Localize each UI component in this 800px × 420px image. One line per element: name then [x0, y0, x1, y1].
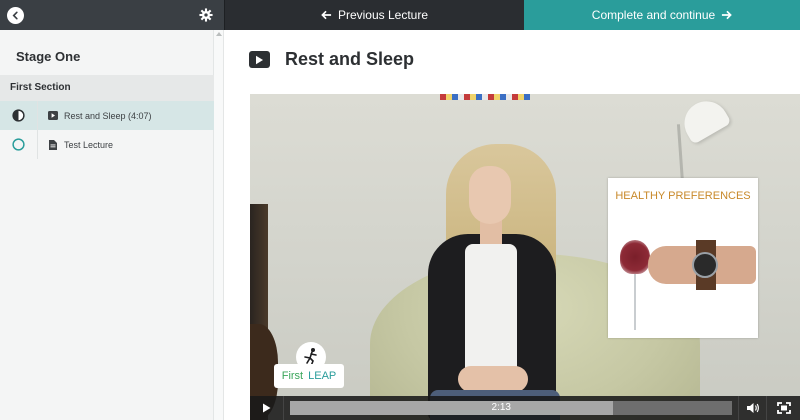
card-title: HEALTHY PREFERENCES: [615, 190, 751, 202]
sidebar-scrollbar[interactable]: [214, 30, 224, 420]
empty-circle-icon: [0, 130, 38, 159]
video-icon: [48, 111, 58, 121]
buffered-bar: [290, 401, 613, 415]
lecture-item-test-lecture[interactable]: Test Lecture: [0, 130, 214, 159]
volume-button[interactable]: [738, 396, 766, 420]
logo-leap: LEAP: [308, 370, 337, 382]
lecture-label: Test Lecture: [64, 139, 114, 150]
wine-glass: [620, 240, 650, 274]
scroll-up-arrow-icon[interactable]: [216, 32, 222, 36]
wall-poster: [440, 94, 530, 100]
complete-and-continue-label: Complete and continue: [591, 8, 716, 22]
arrow-right-icon: [721, 10, 732, 20]
gear-icon[interactable]: [198, 7, 214, 23]
first-leap-logo: First LEAP: [274, 342, 344, 388]
section-header: First Section: [0, 75, 214, 101]
page-title: Rest and Sleep: [285, 49, 415, 69]
play-button[interactable]: [250, 396, 284, 420]
presenter-hands: [458, 366, 528, 392]
video-controls: 2:13: [250, 396, 800, 420]
video-icon: [249, 51, 270, 68]
volume-icon: [746, 403, 759, 413]
fullscreen-button[interactable]: [766, 396, 800, 420]
watch-face: [692, 252, 718, 278]
lecture-item-rest-and-sleep[interactable]: Rest and Sleep (4:07): [0, 101, 214, 130]
previous-lecture-button[interactable]: Previous Lecture: [224, 0, 524, 30]
previous-lecture-label: Previous Lecture: [337, 8, 429, 22]
seek-bar[interactable]: 2:13: [290, 396, 732, 420]
complete-and-continue-button[interactable]: Complete and continue: [524, 0, 800, 30]
top-bar: Previous Lecture Complete and continue: [0, 0, 800, 30]
chevron-left-icon: [12, 11, 18, 19]
current-time: 2:13: [491, 402, 511, 413]
presenter-face: [469, 166, 511, 224]
arrow-left-icon: [321, 10, 332, 20]
video-player[interactable]: HEALTHY PREFERENCES First LEAP: [250, 94, 800, 420]
healthy-preferences-card: HEALTHY PREFERENCES: [608, 178, 758, 338]
lecture-label: Rest and Sleep (4:07): [64, 110, 152, 121]
fullscreen-icon: [776, 402, 791, 414]
sidebar-header: [0, 0, 224, 30]
stage-title: Stage One: [16, 49, 81, 64]
course-sidebar: Stage One First Section Rest and Sleep (…: [0, 30, 214, 420]
logo-first: First: [281, 370, 304, 382]
document-icon: [48, 139, 58, 150]
back-button[interactable]: [7, 6, 24, 24]
lecture-header: Rest and Sleep: [249, 49, 414, 70]
play-icon: [263, 403, 271, 413]
half-circle-progress-icon: [0, 101, 38, 130]
logo-text: First LEAP: [274, 364, 344, 388]
wine-glass-stem: [634, 274, 636, 330]
